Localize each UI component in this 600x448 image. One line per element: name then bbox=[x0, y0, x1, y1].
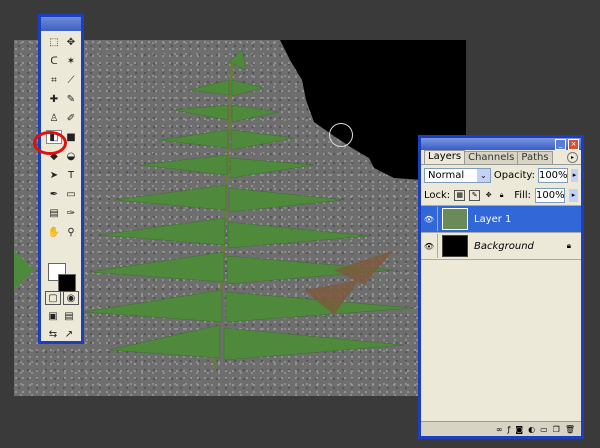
minimize-icon[interactable]: _ bbox=[555, 139, 566, 150]
hand-tool-icon[interactable]: ✋ bbox=[46, 225, 62, 239]
layer-thumbnail bbox=[442, 208, 468, 230]
tab-channels[interactable]: Channels bbox=[464, 151, 519, 164]
new-group-icon[interactable]: ▭ bbox=[540, 425, 548, 434]
blend-mode-value: Normal bbox=[428, 169, 465, 181]
brush-tool-icon[interactable]: ✎ bbox=[63, 92, 79, 106]
layers-panel-titlebar[interactable]: _ × bbox=[421, 138, 581, 150]
lock-image-icon[interactable]: ✎ bbox=[469, 189, 481, 201]
lock-all-icon[interactable]: 🔒︎ bbox=[497, 191, 506, 200]
opacity-input[interactable]: 100% bbox=[537, 167, 568, 183]
layer-lock-icon: 🔒︎ bbox=[566, 241, 571, 250]
adjustment-layer-icon[interactable]: ◐ bbox=[528, 425, 535, 434]
layer-style-icon[interactable]: ƒ bbox=[508, 425, 511, 434]
notes-tool-icon[interactable]: ▤ bbox=[46, 206, 62, 220]
type-tool-icon[interactable]: T bbox=[63, 168, 79, 182]
chevron-down-icon[interactable]: ⌄ bbox=[476, 168, 490, 182]
layer-mask-icon[interactable]: ◙ bbox=[515, 425, 523, 434]
marquee-tool-icon[interactable]: ⬚ bbox=[46, 35, 62, 49]
lock-fill-row: Lock: ▦ ✎ ✥ 🔒︎ Fill: 100% ▸ bbox=[421, 185, 581, 206]
imageready-icon[interactable]: ↗ bbox=[61, 327, 77, 341]
opacity-label: Opacity: bbox=[493, 169, 535, 181]
lock-position-icon[interactable]: ✥ bbox=[484, 191, 493, 200]
dodge-tool-icon[interactable]: ◒ bbox=[63, 149, 79, 163]
path-select-icon[interactable]: ➤ bbox=[46, 168, 62, 182]
fill-input[interactable]: 100% bbox=[535, 187, 565, 203]
lock-label: Lock: bbox=[424, 189, 451, 201]
opacity-slider-arrow-icon[interactable]: ▸ bbox=[570, 168, 578, 182]
fill-label: Fill: bbox=[514, 189, 531, 201]
magic-wand-icon[interactable]: ✶ bbox=[63, 54, 79, 68]
tools-palette-titlebar[interactable] bbox=[41, 17, 81, 31]
tab-layers[interactable]: Layers bbox=[424, 150, 466, 164]
close-icon[interactable]: × bbox=[568, 139, 579, 150]
healing-brush-icon[interactable]: ✚ bbox=[46, 92, 62, 106]
layers-panel: _ × Layers Channels Paths ▸ Normal ⌄ Opa… bbox=[418, 135, 584, 439]
lasso-tool-icon[interactable]: ᑕ bbox=[46, 54, 62, 68]
jump-to-imageready-icon[interactable]: ⇆ bbox=[45, 327, 61, 341]
pen-tool-icon[interactable]: ✒ bbox=[46, 187, 62, 201]
panel-menu-icon[interactable]: ▸ bbox=[567, 152, 578, 163]
zoom-tool-icon[interactable]: ⚲ bbox=[63, 225, 79, 239]
delete-layer-icon[interactable]: 🗑︎ bbox=[565, 425, 575, 434]
background-color-swatch[interactable] bbox=[58, 274, 76, 292]
crop-tool-icon[interactable]: ⌗ bbox=[46, 73, 62, 87]
tools-palette: ⬚ ✥ ᑕ ✶ ⌗ ⟋ ✚ ✎ ♙ ✐ ◧ ■ ◆ ◒ ➤ T ✒ ▭ ▤ ✑ ✋ ⚲ ▢ ◉ ▣ ▤ ⇆ ↗ bbox=[38, 14, 84, 344]
eyedropper-icon[interactable]: ✑ bbox=[63, 206, 79, 220]
eraser-brush-cursor bbox=[329, 123, 353, 147]
visibility-eye-icon[interactable]: 👁︎ bbox=[421, 234, 438, 258]
history-brush-icon[interactable]: ✐ bbox=[63, 111, 79, 125]
blend-opacity-row: Normal ⌄ Opacity: 100% ▸ bbox=[421, 165, 581, 185]
fill-slider-arrow-icon[interactable]: ▸ bbox=[569, 188, 578, 202]
shape-tool-icon[interactable]: ▭ bbox=[63, 187, 79, 201]
link-layers-icon[interactable]: ∞ bbox=[496, 425, 503, 434]
new-layer-icon[interactable]: ❐ bbox=[553, 425, 560, 434]
move-tool-icon[interactable]: ✥ bbox=[63, 35, 79, 49]
standard-mode-icon[interactable]: ▢ bbox=[45, 291, 61, 305]
blend-mode-select[interactable]: Normal ⌄ bbox=[424, 167, 491, 183]
screen-mode-full-icon[interactable]: ▤ bbox=[61, 309, 77, 323]
layer-name: Layer 1 bbox=[474, 213, 512, 225]
layer-row-layer1[interactable]: 👁︎ Layer 1 bbox=[421, 206, 581, 233]
panel-footer: ∞ ƒ ◙ ◐ ▭ ❐ 🗑︎ bbox=[421, 421, 581, 436]
eraser-highlight-ring bbox=[33, 131, 67, 155]
visibility-eye-icon[interactable]: 👁︎ bbox=[421, 207, 438, 231]
lock-transparent-icon[interactable]: ▦ bbox=[454, 189, 466, 201]
layer-row-background[interactable]: 👁︎ Background 🔒︎ bbox=[421, 233, 581, 260]
tab-paths[interactable]: Paths bbox=[517, 151, 553, 164]
slice-tool-icon[interactable]: ⟋ bbox=[63, 73, 79, 87]
screen-mode-standard-icon[interactable]: ▣ bbox=[45, 309, 61, 323]
clone-stamp-icon[interactable]: ♙ bbox=[46, 111, 62, 125]
layer-thumbnail bbox=[442, 235, 468, 257]
panel-tabs: Layers Channels Paths ▸ bbox=[421, 150, 581, 165]
layer-name: Background bbox=[474, 240, 534, 252]
quickmask-mode-icon[interactable]: ◉ bbox=[63, 291, 79, 305]
